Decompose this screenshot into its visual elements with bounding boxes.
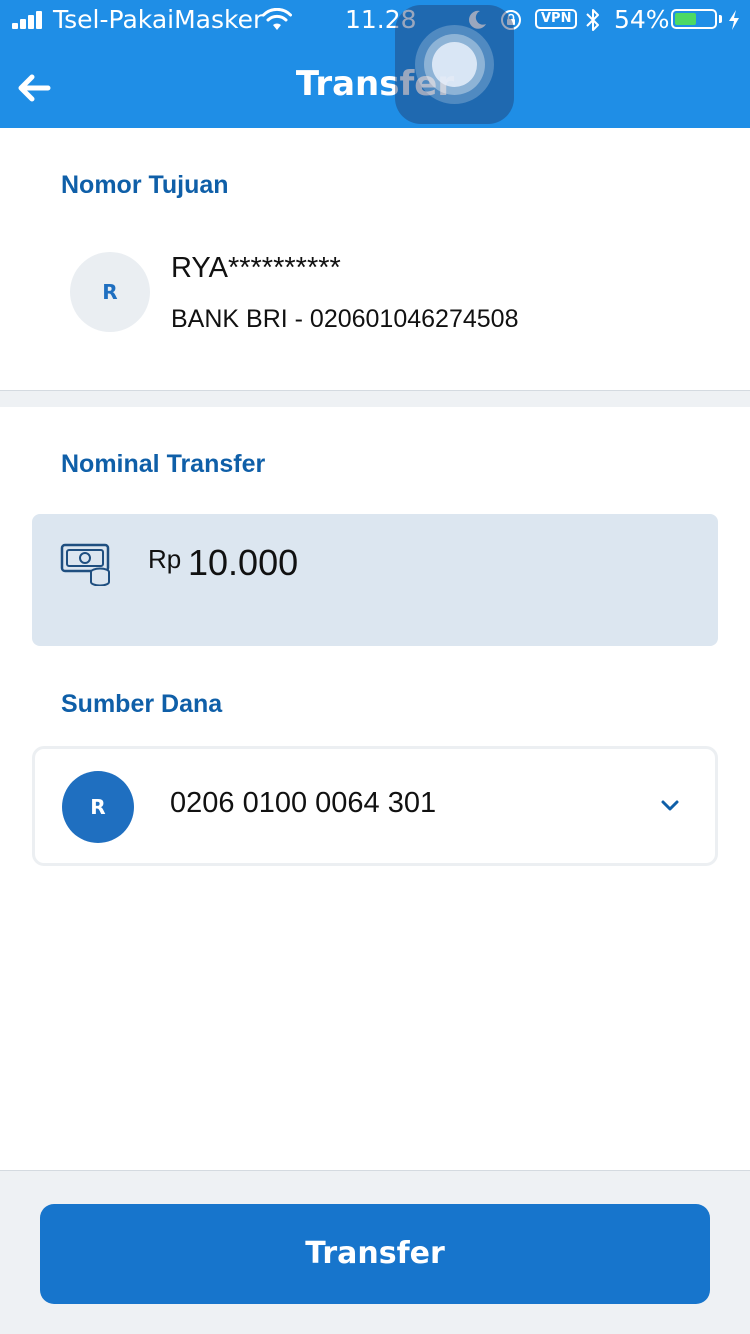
battery-percent: 54%	[614, 5, 670, 34]
vpn-badge: VPN	[535, 9, 578, 29]
wifi-icon	[262, 8, 292, 30]
app-header: Tsel-PakaiMasker 11.28 VPN 54% Transfer	[0, 0, 750, 128]
source-account-number: 0206 0100 0064 301	[170, 787, 437, 819]
bluetooth-icon	[586, 9, 599, 31]
currency-label: Rp	[148, 544, 182, 574]
transfer-button[interactable]: Transfer	[40, 1204, 710, 1304]
recipient-name: RYA**********	[171, 252, 341, 284]
section-divider	[0, 390, 750, 407]
signal-icon	[12, 11, 46, 29]
chevron-down-icon	[661, 800, 679, 811]
battery-tip	[719, 15, 722, 23]
recipient-bank-account: BANK BRI - 020601046274508	[171, 305, 519, 333]
carrier-name: Tsel-PakaiMasker	[53, 5, 264, 34]
battery-level	[675, 13, 696, 25]
money-icon	[60, 543, 110, 586]
status-bar: Tsel-PakaiMasker 11.28 VPN 54%	[0, 0, 750, 40]
destination-section-title: Nomor Tujuan	[61, 171, 229, 199]
recipient-avatar: R	[70, 252, 150, 332]
amount-field[interactable]: Rp 10.000	[32, 514, 718, 646]
battery-icon	[671, 9, 717, 29]
source-section-title: Sumber Dana	[61, 690, 223, 718]
assistive-touch-button[interactable]	[395, 5, 514, 124]
source-avatar: R	[62, 771, 134, 843]
page-title: Transfer	[295, 64, 455, 104]
amount-section-title: Nominal Transfer	[61, 450, 266, 478]
charging-icon	[729, 10, 739, 30]
source-account-dropdown[interactable]: R 0206 0100 0064 301	[32, 746, 718, 866]
amount-value: 10.000	[188, 542, 299, 583]
